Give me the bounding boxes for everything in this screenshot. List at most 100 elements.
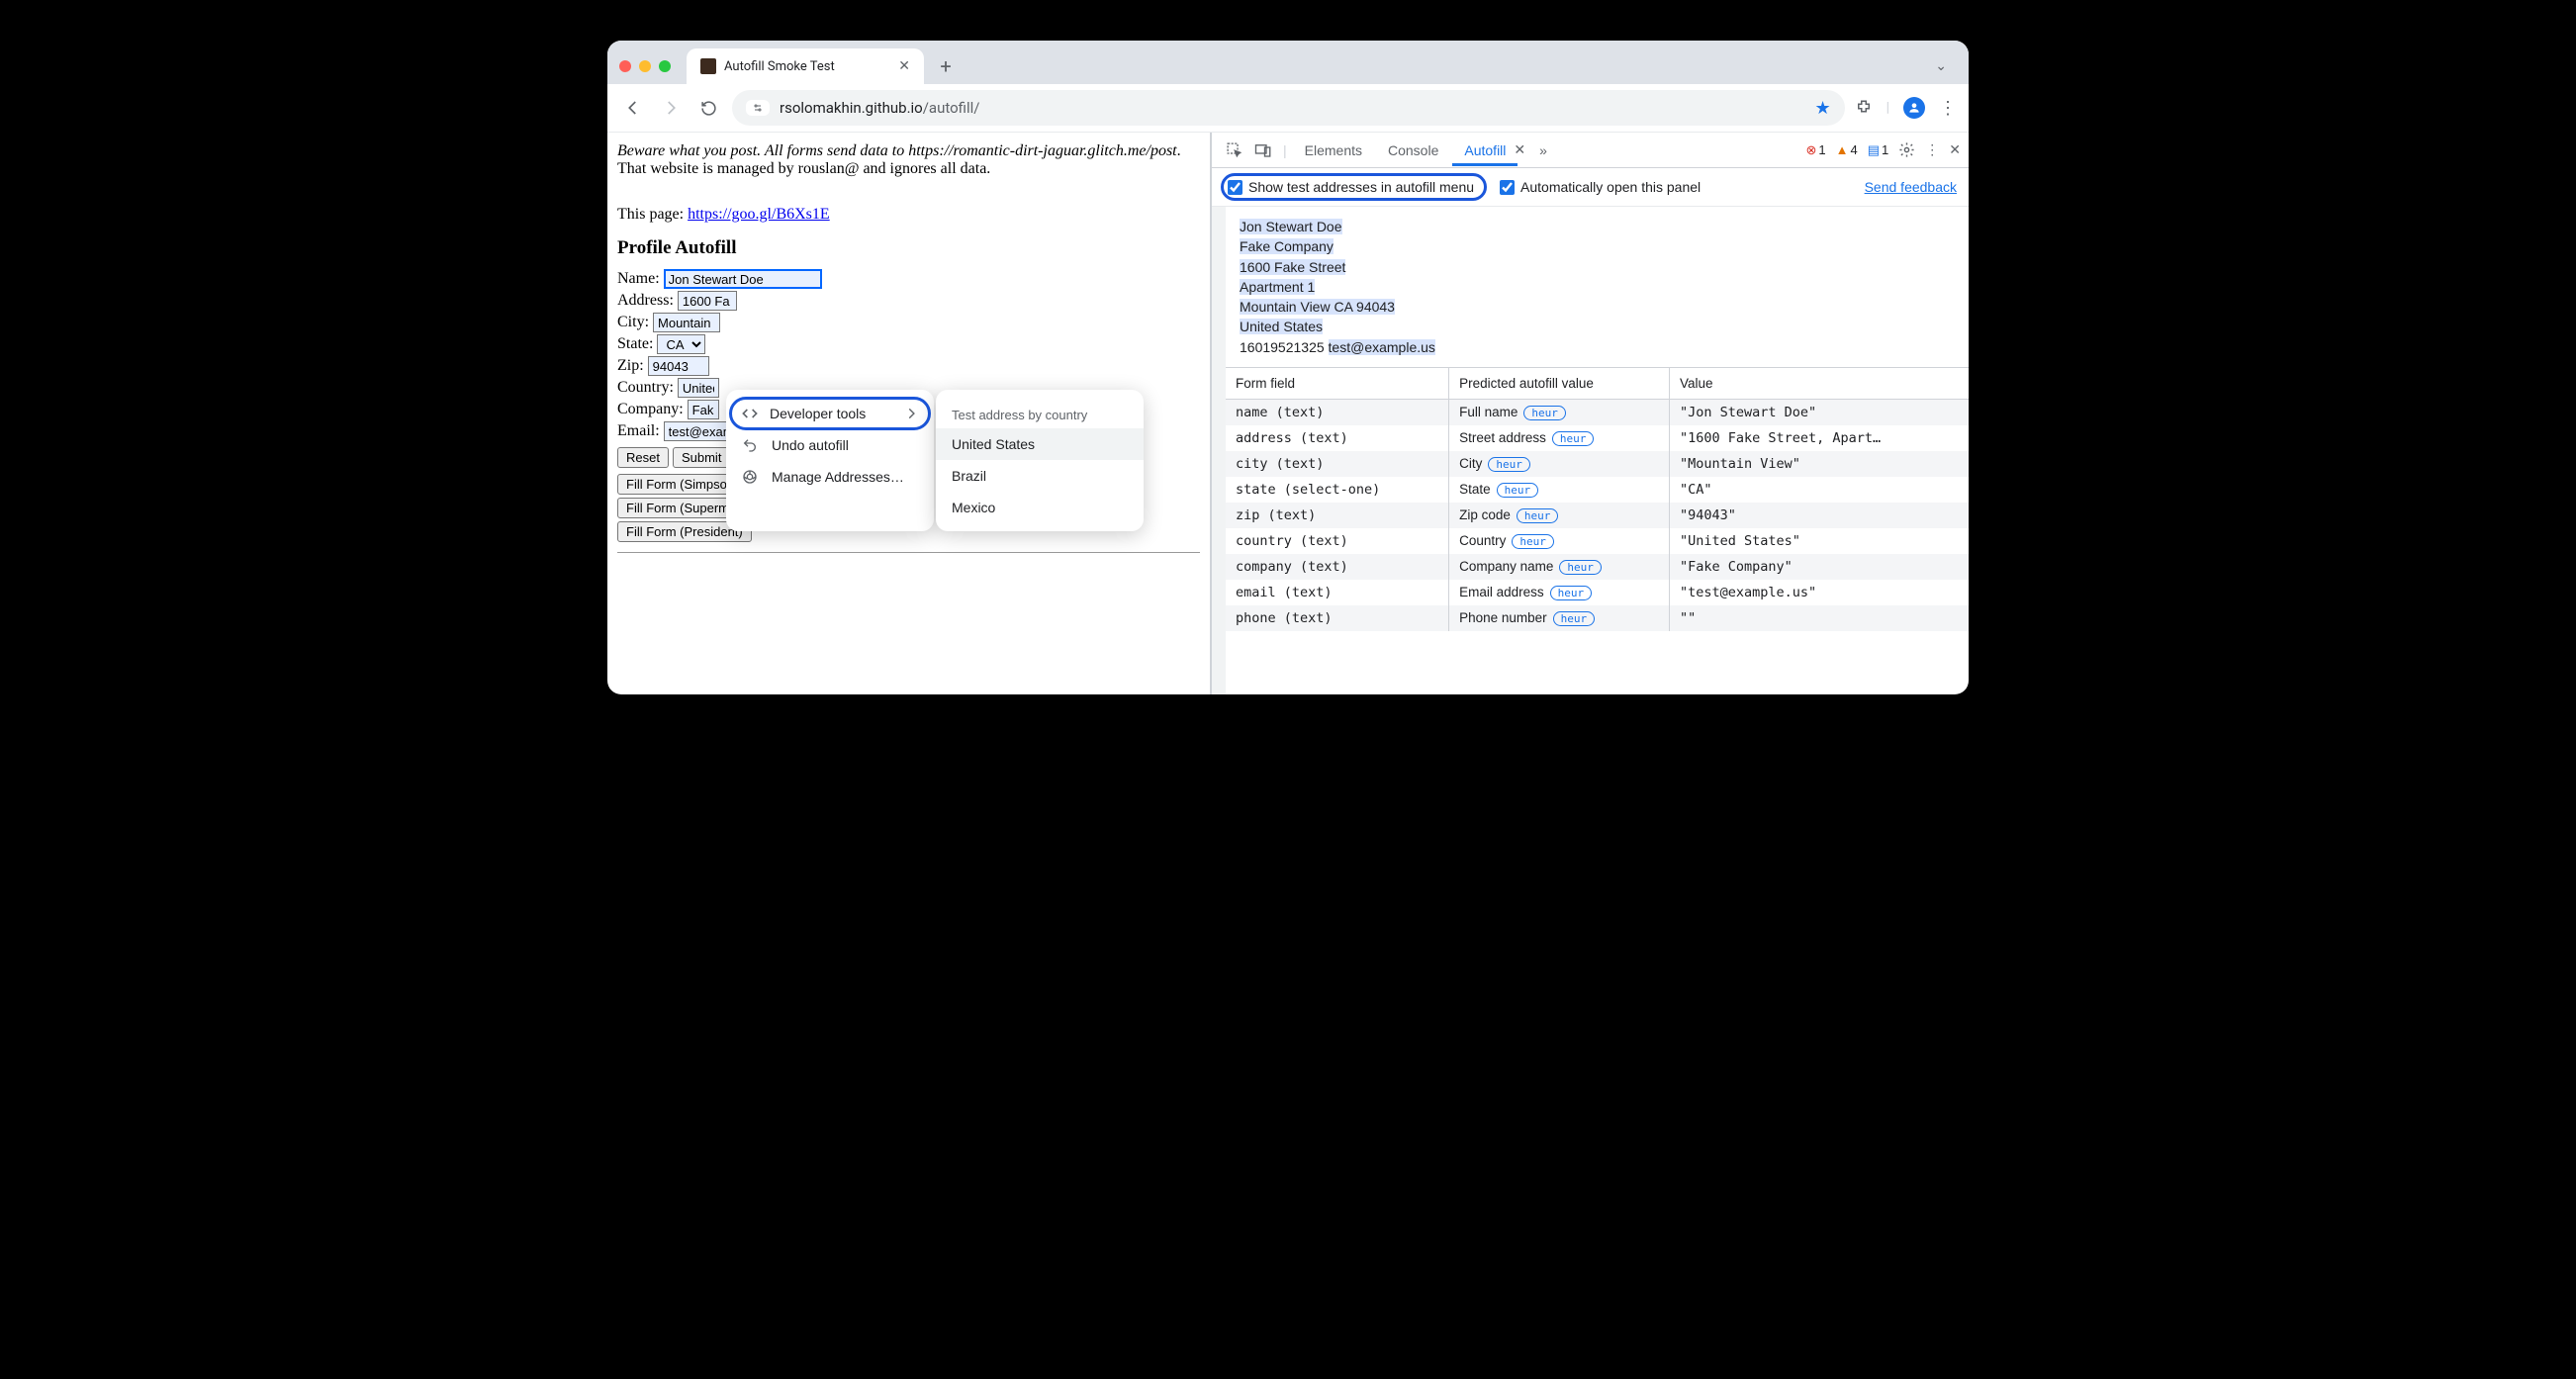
more-tabs-button[interactable]: » [1533,142,1553,158]
cell-value: "Fake Company" [1669,554,1969,580]
city-input[interactable] [653,313,720,332]
url-host: rsolomakhin.github.io [780,99,923,117]
menu-developer-tools[interactable]: Developer tools [732,400,928,427]
table-row[interactable]: city (text)Cityheur"Mountain View" [1226,451,1969,477]
warning-count[interactable]: ▲4 [1836,142,1858,157]
addr-apt: Apartment 1 [1240,279,1315,295]
extensions-icon[interactable] [1855,99,1873,117]
show-test-addresses-checkbox[interactable]: Show test addresses in autofill menu [1224,176,1484,198]
close-devtools-button[interactable]: ✕ [1949,141,1961,158]
send-feedback-link[interactable]: Send feedback [1865,179,1957,195]
country-input[interactable] [678,378,719,398]
cell-predicted: Stateheur [1449,477,1670,503]
table-row[interactable]: state (select-one)Stateheur"CA" [1226,477,1969,503]
url-path: /autofill/ [923,99,980,117]
web-page: Beware what you post. All forms send dat… [607,133,1212,694]
cell-field: zip (text) [1226,503,1449,528]
addr-company: Fake Company [1240,238,1334,254]
autofill-address-preview: Jon Stewart Doe Fake Company 1600 Fake S… [1226,207,1969,367]
auto-open-checkbox[interactable]: Automatically open this panel [1500,179,1701,195]
menu-manage-addresses[interactable]: Manage Addresses… [726,461,934,493]
country-option-mexico[interactable]: Mexico [936,492,1144,523]
maximize-window-button[interactable] [659,60,671,72]
bookmark-star-icon[interactable]: ★ [1814,98,1830,119]
heur-badge: heur [1559,560,1602,575]
th-predicted[interactable]: Predicted autofill value [1449,368,1670,400]
menu-undo-autofill[interactable]: Undo autofill [726,429,934,461]
chevron-right-icon [904,407,918,420]
company-input[interactable] [688,400,719,419]
tab-autofill[interactable]: Autofill [1452,135,1518,166]
heur-badge: heur [1488,457,1530,472]
company-label: Company: [617,401,684,418]
address-input[interactable] [678,291,737,311]
table-row[interactable]: zip (text)Zip codeheur"94043" [1226,503,1969,528]
browser-tab[interactable]: Autofill Smoke Test ✕ [687,48,924,84]
table-row[interactable]: country (text)Countryheur"United States" [1226,528,1969,554]
devtools-tab-bar: | Elements Console Autofill ✕ » ⊗1 ▲4 ▤1… [1212,133,1969,168]
name-input[interactable] [664,269,822,289]
state-label: State: [617,335,653,353]
heur-badge: heur [1517,508,1559,523]
close-tab-button[interactable]: ✕ [898,58,910,74]
forward-button[interactable] [657,94,685,122]
checkbox-label: Automatically open this panel [1520,179,1701,195]
browser-window: Autofill Smoke Test ✕ + ⌄ rsolomakhin.gi… [607,41,1969,694]
chrome-icon [742,469,760,485]
this-page-link[interactable]: https://goo.gl/B6Xs1E [688,206,830,223]
back-button[interactable] [619,94,647,122]
country-option-us[interactable]: United States [936,428,1144,460]
reload-button[interactable] [694,94,722,122]
cell-value: "Jon Stewart Doe" [1669,400,1969,426]
reset-button[interactable]: Reset [617,447,669,468]
cell-field: company (text) [1226,554,1449,580]
table-row[interactable]: name (text)Full nameheur"Jon Stewart Doe… [1226,400,1969,426]
content-area: Beware what you post. All forms send dat… [607,133,1969,694]
table-row[interactable]: email (text)Email addressheur"test@examp… [1226,580,1969,605]
table-row[interactable]: address (text)Street addressheur"1600 Fa… [1226,425,1969,451]
settings-icon[interactable] [1898,141,1915,158]
scrollbar[interactable] [1212,207,1226,694]
address-bar[interactable]: rsolomakhin.github.io/autofill/ ★ [732,90,1845,126]
heur-badge: heur [1550,586,1593,600]
checkbox-input[interactable] [1500,180,1515,195]
heur-badge: heur [1552,431,1595,446]
toolbar: rsolomakhin.github.io/autofill/ ★ | ⋮ [607,84,1969,133]
heur-badge: heur [1512,534,1554,549]
devtools-menu-icon[interactable]: ⋮ [1925,141,1939,158]
zip-label: Zip: [617,357,644,375]
table-row[interactable]: company (text)Company nameheur"Fake Comp… [1226,554,1969,580]
submit-button[interactable]: Submit [673,447,730,468]
checkbox-input[interactable] [1228,180,1242,195]
close-autofill-tab[interactable]: ✕ [1514,141,1531,158]
state-select[interactable]: CA [657,334,705,354]
minimize-window-button[interactable] [639,60,651,72]
window-controls [619,60,671,72]
tabs-dropdown-button[interactable]: ⌄ [1925,52,1957,80]
close-window-button[interactable] [619,60,631,72]
heur-badge: heur [1553,611,1596,626]
autofill-context-menu: Developer tools Undo autofill [726,390,1144,531]
th-value[interactable]: Value [1669,368,1969,400]
table-row[interactable]: phone (text)Phone numberheur"" [1226,605,1969,631]
th-form-field[interactable]: Form field [1226,368,1449,400]
tab-title: Autofill Smoke Test [724,59,890,74]
tab-elements[interactable]: Elements [1293,135,1374,166]
info-count[interactable]: ▤1 [1868,142,1889,158]
cell-field: city (text) [1226,451,1449,477]
name-label: Name: [617,270,660,288]
inspect-icon[interactable] [1220,137,1247,164]
error-count[interactable]: ⊗1 [1805,142,1825,158]
heur-badge: heur [1523,406,1566,420]
site-info-button[interactable] [746,100,770,116]
zip-input[interactable] [648,356,709,376]
profile-avatar-icon[interactable] [1903,97,1925,119]
cell-value: "Mountain View" [1669,451,1969,477]
country-option-brazil[interactable]: Brazil [936,460,1144,492]
url-text: rsolomakhin.github.io/autofill/ [780,99,979,117]
menu-label: Developer tools [770,406,866,421]
new-tab-button[interactable]: + [932,54,960,78]
tab-console[interactable]: Console [1376,135,1450,166]
browser-menu-button[interactable]: ⋮ [1939,98,1957,119]
device-toolbar-icon[interactable] [1249,137,1277,164]
